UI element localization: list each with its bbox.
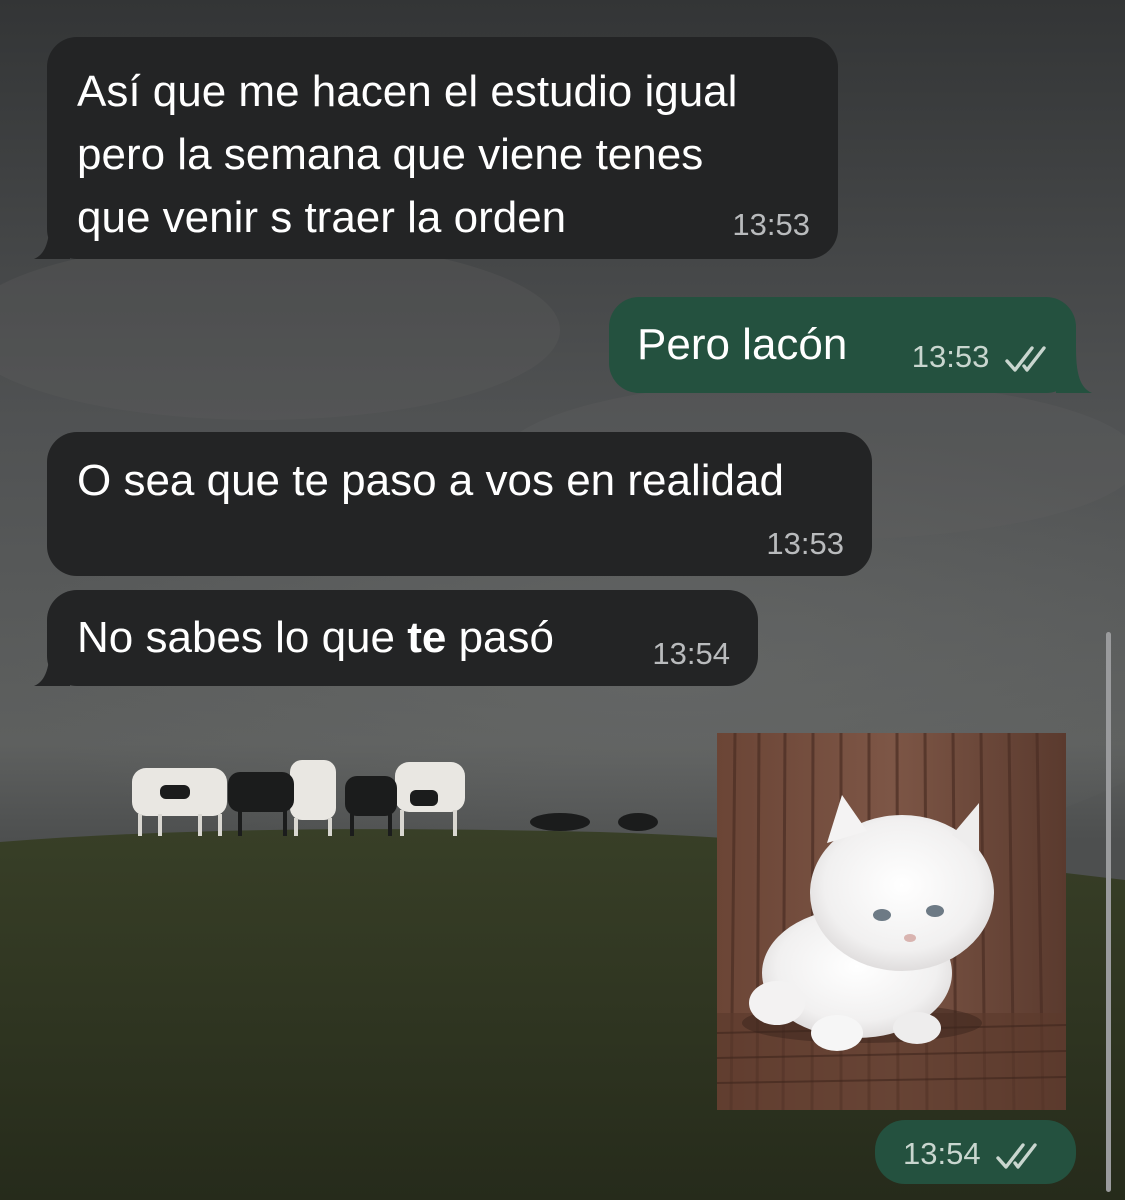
message-time: 13:53 — [911, 339, 990, 374]
message-text-part: No sabes lo que — [77, 613, 408, 662]
double-check-icon — [1005, 346, 1046, 372]
message-bubble-incoming[interactable]: Así que me hacen el estudio igual pero l… — [47, 37, 838, 259]
message-time: 13:54 — [903, 1136, 981, 1171]
double-check-icon — [996, 1143, 1037, 1169]
message-line: pero la semana que viene tenes — [77, 130, 704, 179]
message-text-bold: te — [407, 613, 447, 662]
chat-view[interactable]: Así que me hacen el estudio igual pero l… — [0, 0, 1125, 1200]
message-time: 13:53 — [732, 207, 810, 242]
bubble-tail — [1056, 348, 1092, 393]
message-line: que venir s traer la orden — [77, 193, 567, 242]
message-text-part: pasó — [446, 613, 554, 662]
photo-message[interactable] — [717, 733, 1066, 1110]
bubble-tail — [34, 641, 70, 686]
message-bubble-incoming[interactable]: No sabes lo que te pasó 13:54 — [47, 590, 758, 686]
message-text: O sea que te paso a vos en realidad — [77, 456, 784, 505]
message-time-status: 13:53 — [912, 339, 1048, 375]
scrollbar[interactable] — [1106, 632, 1111, 1192]
message-text: No sabes lo que te pasó — [77, 606, 728, 669]
message-bubble-incoming[interactable]: O sea que te paso a vos en realidad 13:5… — [47, 432, 872, 576]
message-bubble-outgoing[interactable]: Pero lacón 13:53 — [609, 297, 1076, 393]
bubble-tail — [34, 214, 70, 259]
message-text: Así que me hacen el estudio igual pero l… — [77, 60, 808, 249]
kitten-photo — [717, 733, 1066, 1110]
photo-time-bubble: 13:54 — [875, 1120, 1076, 1184]
message-time-status: 13:54 — [903, 1136, 1039, 1172]
message-time: 13:53 — [766, 526, 844, 561]
message-time: 13:54 — [652, 636, 730, 671]
message-line: Así que me hacen el estudio igual — [77, 67, 738, 116]
